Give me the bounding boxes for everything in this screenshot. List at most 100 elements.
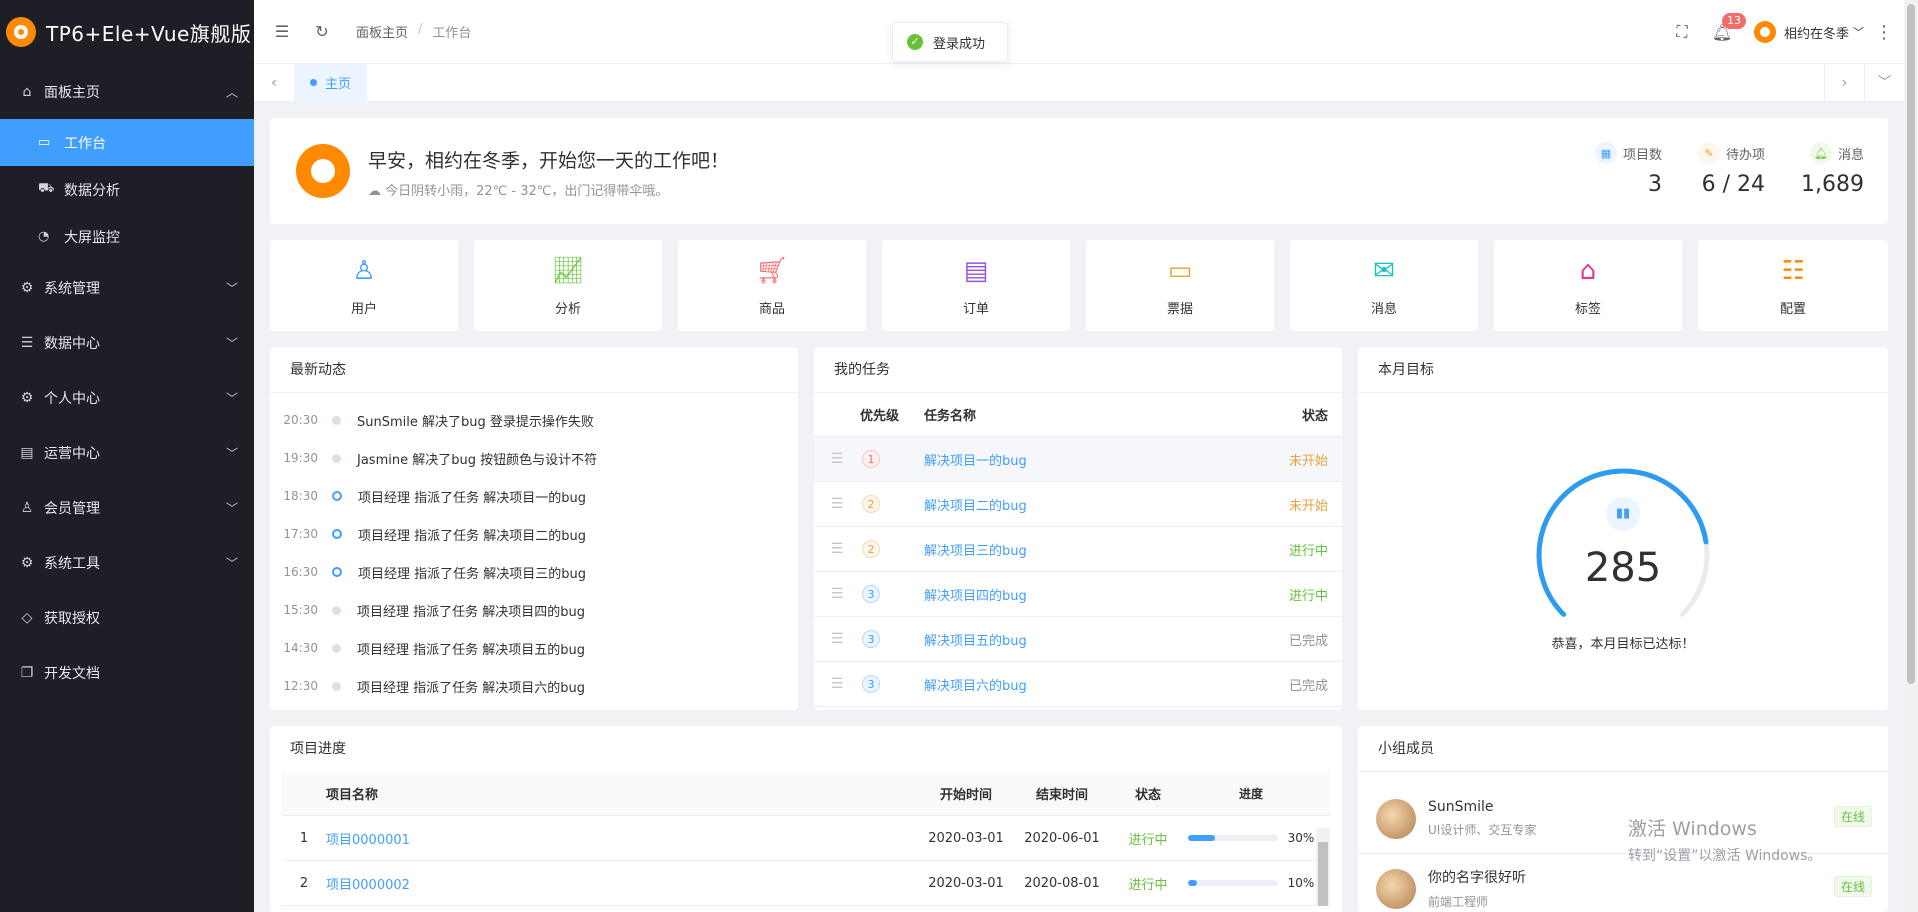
fullscreen-icon[interactable]: ⛶ [1662,22,1702,42]
weather-text: ☁ 今日阴转小雨，22℃ - 32℃，出门记得带伞哦。 [368,180,668,199]
task-link[interactable]: 解决项目六的bug [924,675,1242,694]
tabs-scroll-right-icon[interactable]: › [1824,64,1864,102]
gauge-fill [1536,468,1709,617]
task-status: 已完成 [1288,633,1328,649]
column-header: 优先级 [860,409,900,424]
menu-fold-icon[interactable]: ☰ [262,22,302,41]
drag-handle-icon[interactable]: ☰ [814,631,860,647]
table-row[interactable]: ☰ 3 解决项目四的bug 进行中 [814,572,1342,617]
sidebar-item-docs[interactable]: ❐ 开发文档 [0,645,254,700]
quick-link-products[interactable]: 🛒︎ 商品 [678,240,866,331]
table-row[interactable]: 1 项目0000001 2020-03-01 2020-06-01 进行中 30… [282,816,1330,861]
row-index: 2 [299,875,309,891]
status-badge: 在线 [1833,806,1872,827]
timeline-text: Jasmine 解决了bug 按钮颜色与设计不符 [357,452,598,468]
table-row[interactable]: 2 项目0000002 2020-03-01 2020-08-01 进行中 10… [282,861,1330,906]
table-scrollbar[interactable] [1316,828,1330,906]
stat-label: 消息 [1837,147,1864,163]
project-link[interactable]: 项目0000002 [326,874,918,893]
activity-card: 最新动态 20:30 SunSmile 解决了bug 登录提示操作失败 19:3… [270,347,798,710]
user-menu[interactable]: 相约在冬季 ﹀ [1753,21,1864,43]
monitor-icon: ▭ [38,135,51,150]
quick-link-config[interactable]: ☷ 配置 [1698,240,1888,331]
timeline-dot-active [332,529,342,539]
sidebar-item-operation[interactable]: ▤ 运营中心 ﹀ [0,425,254,480]
sidebar-item-label: 系统管理 [44,280,100,297]
task-link[interactable]: 解决项目四的bug [924,585,1242,604]
tasks-table-header: 优先级 任务名称 状态 [814,393,1342,437]
breadcrumb-separator: / [418,22,423,37]
project-status: 进行中 [1128,877,1168,893]
sidebar-item-members[interactable]: ♙ 会员管理 ﹀ [0,480,254,535]
stat-value: 1,689 [1801,172,1864,197]
drag-handle-icon[interactable]: ☰ [814,541,860,557]
username: 相约在冬季 [1783,26,1849,42]
sidebar-item-workbench[interactable]: ▭ 工作台 [0,119,254,166]
sidebar-item-label: 面板主页 [44,84,100,101]
stat-value: 3 [1648,172,1662,197]
breadcrumb: 面板主页 / 工作台 [356,22,471,41]
sidebar-item-license[interactable]: ◇ 获取授权 [0,590,254,645]
quick-link-users[interactable]: ♙ 用户 [270,240,458,331]
task-link[interactable]: 解决项目五的bug [924,630,1242,649]
windows-activation-watermark: 激活 Windows 转到“设置”以激活 Windows。 [1628,814,1821,865]
tabs-dropdown-icon[interactable]: ﹀ [1864,64,1904,102]
tab-home[interactable]: 主页 [294,63,368,102]
task-link[interactable]: 解决项目三的bug [924,540,1242,559]
sidebar-item-tools[interactable]: ⚙ 系统工具 ﹀ [0,535,254,590]
quick-link-label: 分析 [554,302,581,317]
brand-logo[interactable]: TP6+Ele+Vue旗舰版 [0,0,254,64]
avatar [296,144,350,198]
drag-handle-icon[interactable]: ☰ [814,451,860,467]
sidebar-item-analysis[interactable]: ⛟ 数据分析 [0,166,254,213]
quick-link-label: 票据 [1166,302,1193,317]
sidebar-item-monitor[interactable]: ◔ 大屏监控 [0,213,254,260]
quick-link-tickets[interactable]: ▭ 票据 [1086,240,1274,331]
scrollbar-thumb[interactable] [1907,4,1915,684]
quick-link-orders[interactable]: ▤ 订单 [882,240,1070,331]
projects-table-header: 项目名称 开始时间 结束时间 状态 进度 [282,772,1330,816]
quick-link-tags[interactable]: ⌂ 标签 [1494,240,1682,331]
start-date: 2020-03-01 [928,830,1004,846]
projects-card: 项目进度 项目名称 开始时间 结束时间 状态 进度 1 项目0000001 20… [270,726,1342,912]
quick-link-label: 消息 [1370,302,1397,317]
cart-icon: ⛟ [38,181,55,196]
diamond-icon: ◇ [21,609,33,626]
drag-handle-icon[interactable]: ☰ [814,586,860,602]
task-link[interactable]: 解决项目二的bug [924,495,1242,514]
timeline-text: 项目经理 指派了任务 解决项目一的bug [358,490,587,506]
avatar [1376,798,1416,839]
stats-group: ▦ 项目数 3 ✎ 待办项 6 / 24 🔔︎ 消息 1,689 [1594,142,1864,197]
quick-link-analysis[interactable]: 📈︎ 分析 [474,240,662,331]
table-row[interactable]: ☰ 3 解决项目六的bug 已完成 [814,662,1342,707]
more-vertical-icon[interactable]: ⋮ [1864,22,1904,43]
notification-button[interactable]: 🔔︎ 13 [1702,12,1746,42]
table-row[interactable]: ☰ 2 解决项目二的bug 未开始 [814,482,1342,527]
table-row[interactable]: ☰ 2 解决项目三的bug 进行中 [814,527,1342,572]
gauge-icon: ◔ [38,229,50,244]
sidebar-item-label: 个人中心 [44,390,100,407]
quick-link-messages[interactable]: ✉ 消息 [1290,240,1478,331]
table-row[interactable]: ☰ 1 解决项目一的bug 未开始 [814,437,1342,482]
breadcrumb-item-home[interactable]: 面板主页 [356,22,408,41]
chevron-up-icon: ︿ [225,85,238,99]
timeline-time: 14:30 [283,641,318,655]
page-scrollbar[interactable] [1904,0,1918,912]
table-row[interactable]: ☰ 3 解决项目五的bug 已完成 [814,617,1342,662]
progress-bar [1187,835,1278,841]
project-link[interactable]: 项目0000001 [326,829,918,848]
timeline-text: 项目经理 指派了任务 解决项目六的bug [357,680,586,696]
sidebar-group-dashboard[interactable]: ⌂ 面板主页 ︿ [0,64,254,119]
sidebar-item-personal[interactable]: ⚙ 个人中心 ﹀ [0,370,254,425]
refresh-icon[interactable]: ↻ [302,22,342,41]
sidebar-item-data-center[interactable]: ☰ 数据中心 ﹀ [0,315,254,370]
sidebar-item-system[interactable]: ⚙ 系统管理 ﹀ [0,260,254,315]
sliders-icon: ☷ [1781,256,1805,286]
drag-handle-icon[interactable]: ☰ [814,676,860,692]
tabs-scroll-left-icon[interactable]: ‹ [254,75,294,91]
drag-handle-icon[interactable]: ☰ [814,496,860,512]
stat-todo: ✎ 待办项 6 / 24 [1698,142,1765,197]
task-link[interactable]: 解决项目一的bug [924,450,1242,469]
goal-title: 本月目标 [1358,347,1888,393]
database-icon: ☰ [20,334,34,351]
